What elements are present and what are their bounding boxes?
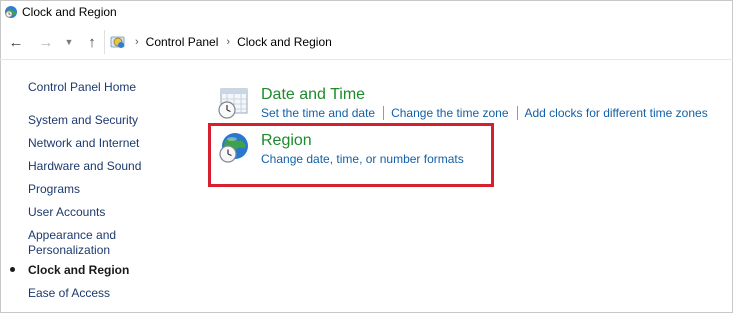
region-highlight-box: [208, 123, 494, 187]
set-time-and-date-link[interactable]: Set the time and date: [261, 106, 375, 120]
link-separator: [516, 106, 518, 120]
breadcrumb-separator-icon[interactable]: ›: [226, 36, 230, 48]
forward-arrow-icon[interactable]: →: [36, 32, 56, 52]
link-separator: [383, 106, 385, 120]
current-item-bullet-icon: [10, 267, 15, 272]
navigation-bar: ← → ▼ ↑ › Control Panel › Clock and Regi…: [0, 26, 733, 60]
breadcrumb-separator-icon[interactable]: ›: [135, 36, 139, 48]
sidebar-item-system-and-security[interactable]: System and Security: [28, 113, 138, 128]
sidebar-item-network-and-internet[interactable]: Network and Internet: [28, 136, 139, 151]
add-clocks-link[interactable]: Add clocks for different time zones: [525, 106, 708, 120]
divider: [0, 59, 733, 60]
address-bar[interactable]: › Control Panel › Clock and Region: [104, 30, 733, 54]
sidebar-control-panel-home[interactable]: Control Panel Home: [28, 80, 136, 94]
date-and-time-links: Set the time and date Change the time zo…: [261, 106, 708, 120]
sidebar-item-clock-and-region[interactable]: Clock and Region: [28, 263, 129, 278]
sidebar-item-programs[interactable]: Programs: [28, 182, 80, 197]
window-title: Clock and Region: [22, 5, 117, 19]
title-bar: Clock and Region: [0, 0, 733, 26]
sidebar-item-user-accounts[interactable]: User Accounts: [28, 205, 105, 220]
change-time-zone-link[interactable]: Change the time zone: [391, 106, 508, 120]
sidebar-item-appearance-and-personalization[interactable]: Appearance and Personalization: [28, 228, 128, 258]
sidebar-item-hardware-and-sound[interactable]: Hardware and Sound: [28, 159, 141, 174]
clock-region-icon: [5, 6, 17, 18]
up-arrow-icon[interactable]: ↑: [82, 32, 102, 52]
recent-locations-chevron-icon[interactable]: ▼: [61, 32, 77, 52]
breadcrumb-control-panel[interactable]: Control Panel: [146, 35, 219, 49]
back-arrow-icon[interactable]: ←: [6, 32, 26, 52]
sidebar-item-ease-of-access[interactable]: Ease of Access: [28, 286, 110, 301]
breadcrumb-clock-and-region[interactable]: Clock and Region: [237, 35, 332, 49]
control-panel-icon: [110, 36, 125, 48]
date-and-time-title[interactable]: Date and Time: [261, 86, 365, 104]
date-time-calendar-icon[interactable]: [217, 86, 251, 120]
